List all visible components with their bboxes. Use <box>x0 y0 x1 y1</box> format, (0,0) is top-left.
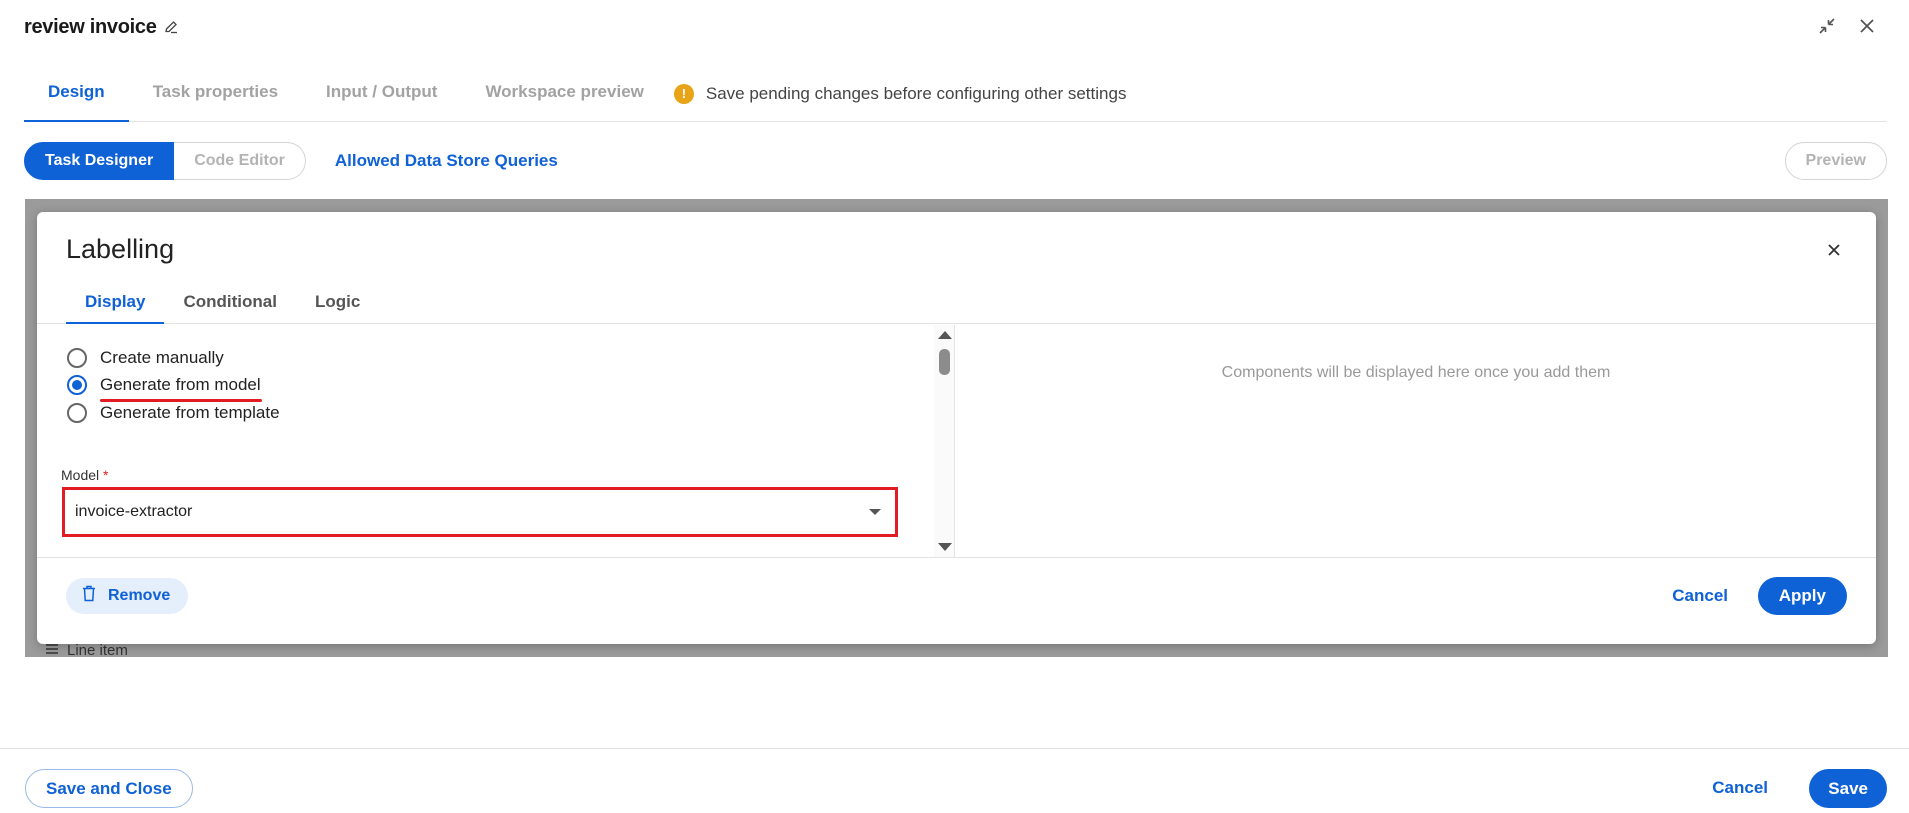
main-tabs: Design Task properties Input / Output Wo… <box>24 66 1887 122</box>
radio-create-manually[interactable]: Create manually <box>67 348 224 368</box>
title-row: review invoice <box>24 14 179 40</box>
model-label-text: Model <box>61 467 100 483</box>
window-controls <box>1815 14 1879 38</box>
dialog-tabs: Display Conditional Logic <box>37 280 1876 324</box>
allowed-data-store-queries-link[interactable]: Allowed Data Store Queries <box>335 151 558 171</box>
pane-scrollbar[interactable] <box>934 325 954 557</box>
tab-input-output[interactable]: Input / Output <box>302 66 461 121</box>
code-editor-button[interactable]: Code Editor <box>174 142 306 180</box>
scroll-thumb[interactable] <box>939 349 950 375</box>
tab-workspace-preview[interactable]: Workspace preview <box>461 66 667 121</box>
scroll-down-arrow-icon[interactable] <box>938 543 952 551</box>
components-empty-state: Components will be displayed here once y… <box>1221 364 1611 381</box>
remove-button[interactable]: Remove <box>66 578 189 614</box>
model-select[interactable]: invoice-extractor <box>62 487 898 537</box>
dialog-cancel-button[interactable]: Cancel <box>1672 586 1728 606</box>
collapse-arrows-icon[interactable] <box>1815 14 1839 38</box>
drag-handle-icon <box>45 642 59 659</box>
dialog-footer: Remove Cancel Apply <box>37 557 1876 644</box>
dialog-tab-conditional[interactable]: Conditional <box>164 280 295 323</box>
pending-notice-text: Save pending changes before configuring … <box>705 83 1127 103</box>
dialog-title: Labelling <box>66 234 175 264</box>
dialog-tab-display[interactable]: Display <box>66 280 165 324</box>
display-settings-pane: Create manually Generate from model Gene… <box>37 325 955 557</box>
trash-icon <box>82 585 96 607</box>
save-and-close-button[interactable]: Save and Close <box>25 769 193 808</box>
radio-button[interactable] <box>67 375 87 395</box>
task-designer-button[interactable]: Task Designer <box>24 142 175 180</box>
page-title: review invoice <box>24 15 157 38</box>
required-marker: * <box>103 467 109 483</box>
scroll-up-arrow-icon[interactable] <box>938 331 952 339</box>
warning-icon: ! <box>673 83 694 104</box>
editor-mode-toggle: Task Designer Code Editor <box>24 142 306 180</box>
model-field-label: Model * <box>61 467 108 483</box>
cancel-button[interactable]: Cancel <box>1712 778 1768 798</box>
radio-label: Generate from model <box>100 375 261 394</box>
labelling-dialog: Labelling Display Conditional Logic Crea… <box>37 212 1876 644</box>
page-footer: Save and Close Cancel Save <box>0 748 1909 813</box>
save-button[interactable]: Save <box>1809 769 1887 808</box>
tab-design[interactable]: Design <box>24 66 129 122</box>
dialog-tab-logic[interactable]: Logic <box>296 280 379 323</box>
radio-generate-from-template[interactable]: Generate from template <box>67 403 280 423</box>
apply-button[interactable]: Apply <box>1757 577 1847 615</box>
tab-task-properties[interactable]: Task properties <box>129 66 302 121</box>
remove-button-label: Remove <box>108 587 171 604</box>
radio-label: Create manually <box>100 348 224 367</box>
preview-button[interactable]: Preview <box>1784 142 1887 180</box>
radio-generate-from-model[interactable]: Generate from model <box>67 375 261 395</box>
dialog-close-icon[interactable] <box>1822 238 1846 262</box>
model-select-value: invoice-extractor <box>75 503 193 520</box>
radio-button[interactable] <box>67 403 87 423</box>
chevron-down-icon <box>869 509 881 515</box>
radio-label: Generate from template <box>100 403 280 422</box>
pencil-icon[interactable] <box>163 19 179 35</box>
designer-toolbar: Task Designer Code Editor Allowed Data S… <box>24 142 1887 180</box>
radio-button[interactable] <box>67 348 87 368</box>
close-icon[interactable] <box>1855 14 1879 38</box>
highlight-underline <box>100 399 262 402</box>
pending-notice: ! Save pending changes before configurin… <box>673 66 1127 106</box>
canvas-peek-label: Line item <box>67 642 128 659</box>
canvas-peek-item: Line item <box>45 642 128 659</box>
